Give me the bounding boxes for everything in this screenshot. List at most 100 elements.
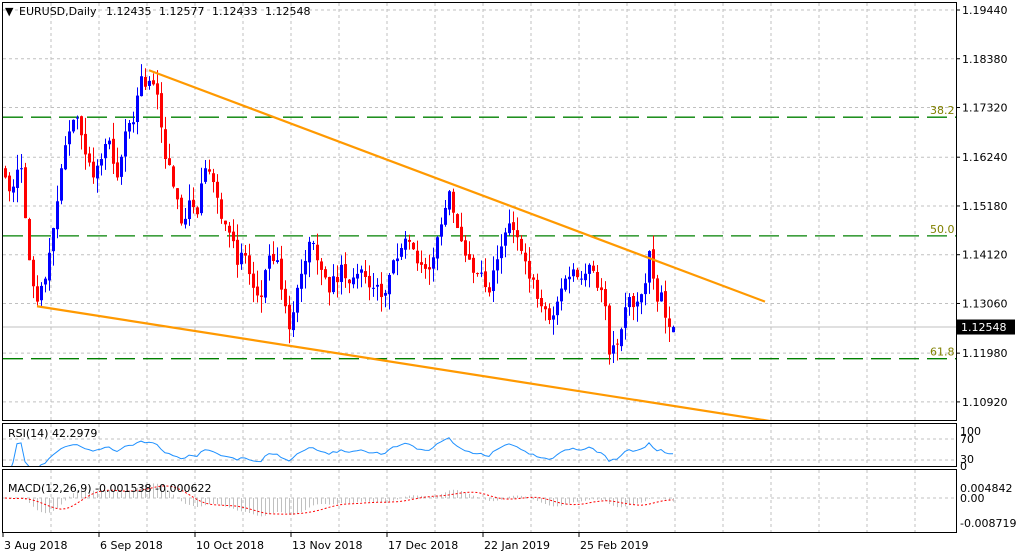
bullish-candle [308, 241, 311, 263]
bearish-candle [472, 257, 475, 273]
bearish-candle [160, 93, 163, 128]
bearish-candle [220, 199, 223, 219]
bullish-candle [384, 292, 387, 296]
bearish-candle [536, 279, 539, 299]
bearish-candle [272, 253, 275, 262]
rsi-axis: 100 70 30 0 [960, 425, 981, 473]
current-price-tag: 1.12548 [957, 319, 1015, 335]
bullish-candle [44, 278, 47, 285]
bearish-candle [664, 291, 667, 318]
bearish-candle [520, 238, 523, 251]
collapse-triangle-icon[interactable]: ▼ [5, 5, 14, 18]
bearish-candle [632, 296, 635, 308]
bearish-candle [324, 269, 327, 278]
macd-label: MACD(12,26,9) -0.001538 -0.000622 [8, 482, 211, 495]
bearish-candle [92, 161, 95, 178]
bearish-candle [364, 271, 367, 278]
bullish-candle [128, 123, 131, 132]
bearish-candle [512, 222, 515, 231]
bearish-candle [208, 169, 211, 172]
bearish-candle [464, 240, 467, 256]
time-label: 6 Sep 2018 [100, 539, 163, 552]
bullish-candle [60, 168, 63, 201]
bullish-candle [580, 278, 583, 280]
bullish-candle [432, 257, 435, 269]
bullish-candle [68, 131, 71, 145]
bullish-candle [644, 283, 647, 295]
ohlc-close: 1.12548 [265, 5, 311, 18]
bullish-candle [136, 95, 139, 123]
price-label: 1.11980 [962, 347, 1008, 360]
bullish-candle [400, 248, 403, 257]
time-label: 10 Oct 2018 [196, 539, 264, 552]
bearish-candle [652, 249, 655, 279]
price-label: 1.19440 [962, 4, 1008, 17]
bearish-candle [212, 173, 215, 183]
price-label: 1.15180 [962, 200, 1008, 213]
bearish-candle [244, 253, 247, 256]
current-price-value: 1.12548 [961, 321, 1007, 334]
rsi-label: RSI(14) 42.2979 [8, 427, 97, 440]
bearish-candle [196, 207, 199, 215]
bearish-candle [608, 305, 611, 355]
time-axis: 3 Aug 2018 6 Sep 2018 10 Oct 2018 13 Nov 20… [2, 532, 648, 552]
bearish-candle [216, 181, 219, 198]
bullish-candle [12, 186, 15, 193]
bearish-candle [452, 191, 455, 213]
bullish-candle [20, 168, 23, 170]
bearish-candle [548, 308, 551, 321]
macd-panel-frame [2, 469, 957, 533]
bearish-candle [88, 153, 91, 163]
bearish-candle [656, 278, 659, 302]
bullish-candle [648, 251, 651, 283]
bearish-candle [456, 214, 459, 229]
bearish-candle [516, 230, 519, 238]
macd-axis-zero: 0.00 [960, 492, 985, 505]
bullish-candle [376, 284, 379, 287]
bearish-candle [368, 275, 371, 288]
bearish-candle [316, 244, 319, 261]
bullish-candle [444, 207, 447, 225]
ohlc-low: 1.12433 [212, 5, 258, 18]
bullish-candle [628, 297, 631, 308]
bullish-candle [552, 315, 555, 320]
bearish-candle [344, 264, 347, 279]
time-label: 13 Nov 2018 [292, 539, 362, 552]
bearish-candle [616, 343, 619, 345]
rsi-indicator [11, 437, 673, 466]
bearish-candle [416, 250, 419, 264]
bullish-candle [332, 276, 335, 293]
bullish-candle [388, 274, 391, 295]
bullish-candle [508, 223, 511, 234]
bearish-candle [528, 260, 531, 279]
bullish-candle [96, 165, 99, 179]
bullish-candle [200, 183, 203, 214]
svg-text:EURUSD,Daily 1.12435 1: EURUSD,Daily 1.12435 1.12577 1.12433 1.1… [19, 5, 310, 18]
bearish-candle [152, 80, 155, 85]
bearish-candle [156, 83, 159, 95]
bearish-candle [592, 265, 595, 271]
bearish-candle [412, 242, 415, 250]
bearish-candle [168, 158, 171, 166]
price-chart[interactable]: 38.2 50.0 61.8 ▼ EURUSD,Daily 1.12435 1.12… [0, 0, 1020, 556]
ohlc-open: 1.12435 [106, 5, 152, 18]
bearish-candle [232, 231, 235, 242]
bearish-candle [328, 277, 331, 293]
bullish-candle [624, 307, 627, 328]
macd-axis: 0.004842 0.00 -0.008719 [960, 482, 1016, 530]
bearish-candle [524, 252, 527, 262]
bearish-candle [600, 287, 603, 291]
bearish-candle [4, 168, 7, 178]
bullish-candle [312, 242, 315, 244]
bullish-candle [104, 144, 107, 159]
main-panel-frame [2, 2, 957, 421]
bullish-candle [276, 260, 279, 262]
bearish-candle [604, 289, 607, 307]
bearish-candle [460, 226, 463, 242]
bullish-candle [492, 270, 495, 292]
bearish-candle [176, 188, 179, 200]
bearish-candle [544, 306, 547, 310]
bearish-candle [236, 239, 239, 265]
bullish-candle [620, 329, 623, 347]
fib-level-label: 50.0 [930, 223, 955, 236]
